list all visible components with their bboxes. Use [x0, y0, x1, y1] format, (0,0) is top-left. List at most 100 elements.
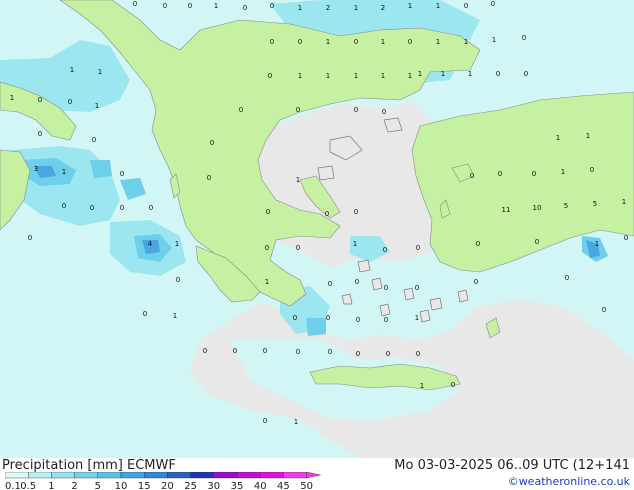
- precip-value-label: 0: [498, 170, 502, 178]
- precip-value-label: 2: [381, 4, 385, 12]
- precip-value-label: 1: [296, 176, 300, 184]
- legend-tick-label: 20: [161, 481, 174, 490]
- precip-value-label: 0: [62, 202, 66, 210]
- legend-tick-label: 2: [71, 481, 77, 490]
- precip-value-label: 0: [382, 108, 386, 116]
- precip-value-label: 1: [10, 94, 14, 102]
- precip-value-label: 0: [384, 316, 388, 324]
- precip-value-label: 1: [95, 102, 99, 110]
- precip-value-label: 1: [408, 2, 412, 10]
- precip-value-label: 1: [70, 66, 74, 74]
- precip-value-label: 0: [243, 4, 247, 12]
- precip-value-label: 1: [418, 70, 422, 78]
- precip-value-label: 0: [384, 284, 388, 292]
- legend-swatch: [120, 472, 145, 479]
- precip-value-label: 0: [293, 314, 297, 322]
- map-title: Precipitation [mm] ECMWF: [2, 458, 176, 473]
- precip-value-label: 0: [28, 234, 32, 242]
- precip-value-label: 0: [476, 240, 480, 248]
- precip-value-label: 0: [203, 347, 207, 355]
- precip-value-label: 5: [593, 200, 597, 208]
- precip-value-label: 1: [354, 4, 358, 12]
- precip-value-label: 1: [326, 72, 330, 80]
- legend-swatch: [143, 472, 168, 479]
- legend-tick-label: 1: [48, 481, 54, 490]
- precip-value-label: 0: [464, 2, 468, 10]
- precip-value-label: 0: [474, 278, 478, 286]
- precip-value-label: 1: [294, 418, 298, 426]
- precip-value-label: 0: [355, 278, 359, 286]
- precip-value-label: 0: [90, 204, 94, 212]
- precip-value-label: 1: [326, 38, 330, 46]
- credit-link[interactable]: ©weatheronline.co.uk: [508, 475, 630, 488]
- precip-value-label: 0: [263, 347, 267, 355]
- precip-value-label: 0: [328, 348, 332, 356]
- precip-value-label: 1: [175, 240, 179, 248]
- precip-value-label: 0: [270, 38, 274, 46]
- precip-value-label: 1: [622, 198, 626, 206]
- precip-value-label: 1: [561, 168, 565, 176]
- precip-value-label: 0: [325, 210, 329, 218]
- precip-value-label: 0: [270, 2, 274, 10]
- precip-value-label: 0: [296, 348, 300, 356]
- precip-value-label: 4: [148, 240, 153, 248]
- precip-value-label: 0: [416, 350, 420, 358]
- precip-value-label: 0: [522, 34, 526, 42]
- precip-value-label: 0: [265, 244, 269, 252]
- precip-value-label: 0: [386, 350, 390, 358]
- precip-value-label: 1: [214, 2, 218, 10]
- forecast-datetime: Mo 03-03-2025 06..09 UTC (12+141: [394, 458, 630, 473]
- precip-value-label: 1: [436, 2, 440, 10]
- legend-tick-label: 5: [95, 481, 101, 490]
- precip-value-label: 1: [408, 72, 412, 80]
- precip-value-label: 0: [188, 2, 192, 10]
- legend-swatch: [190, 472, 215, 479]
- legend-swatch: [97, 472, 122, 479]
- precip-value-label: 1: [492, 36, 496, 44]
- precip-value-label: 0: [120, 204, 124, 212]
- precip-value-label: 0: [176, 276, 180, 284]
- precip-value-label: 0: [68, 98, 72, 106]
- precip-value-label: 0: [163, 2, 167, 10]
- precip-value-label: 0: [451, 381, 455, 389]
- precip-value-label: 0: [210, 139, 214, 147]
- precip-value-label: 0: [38, 96, 42, 104]
- precip-value-label: 0: [470, 172, 474, 180]
- legend-swatch: [5, 472, 29, 479]
- precip-value-label: 2: [326, 4, 330, 12]
- precip-value-label: 1: [436, 38, 440, 46]
- precip-value-label: 5: [564, 202, 568, 210]
- legend-tick-label: 0.5: [20, 481, 36, 490]
- footer: Precipitation [mm] ECMWF Mo 03-03-2025 0…: [0, 458, 634, 490]
- precip-value-label: 0: [268, 72, 272, 80]
- legend-tick-label: 10: [115, 481, 128, 490]
- legend-swatch: [167, 472, 191, 479]
- precip-value-label: 0: [383, 246, 387, 254]
- precip-value-label: 11: [502, 206, 511, 214]
- precip-value-label: 0: [38, 130, 42, 138]
- precip-value-label: 1: [265, 278, 269, 286]
- legend-swatch: [236, 472, 261, 479]
- precip-value-label: 0: [491, 0, 495, 8]
- legend-swatch: [51, 472, 75, 479]
- precip-value-label: 1: [595, 240, 599, 248]
- precip-value-label: 0: [535, 238, 539, 246]
- precip-value-label: 0: [532, 170, 536, 178]
- precip-value-label: 0: [408, 38, 412, 46]
- precip-value-label: 0: [326, 314, 330, 322]
- precip-value-label: 1: [556, 134, 560, 142]
- precip-value-label: 1: [464, 38, 468, 46]
- precip-value-label: 0: [120, 170, 124, 178]
- precip-value-label: 0: [590, 166, 594, 174]
- precip-value-label: 0: [416, 244, 420, 252]
- precip-value-label: 0: [207, 174, 211, 182]
- precip-value-label: 0: [415, 284, 419, 292]
- precip-value-label: 3: [34, 165, 38, 173]
- precip-value-label: 1: [354, 72, 358, 80]
- legend-swatch: [259, 472, 284, 479]
- precip-value-label: 0: [143, 310, 147, 318]
- precip-value-label: 0: [296, 244, 300, 252]
- precip-value-label: 1: [415, 314, 419, 322]
- precip-value-label: 0: [266, 208, 270, 216]
- precipitation-map: 0 0 0 1 0 0 1 2 1 2 1 1 0 00 0 1 0 1 0 1 1 1 01 1 0 1 1 1 1 1 1 1 1 0 01 0 0…: [0, 0, 634, 458]
